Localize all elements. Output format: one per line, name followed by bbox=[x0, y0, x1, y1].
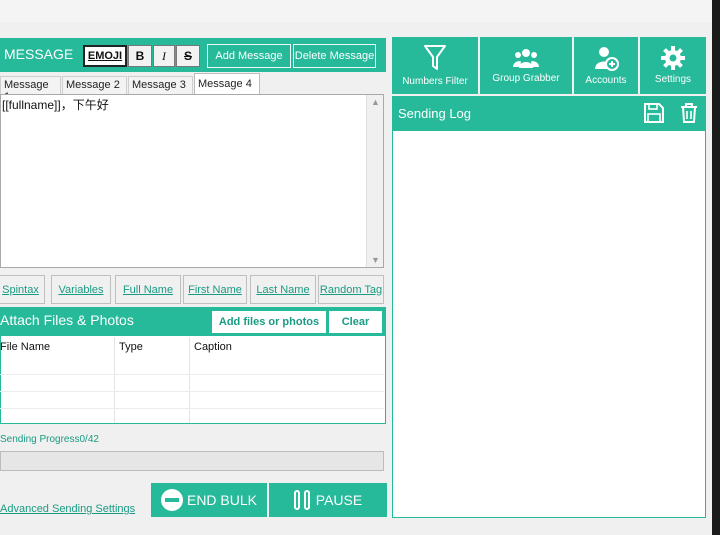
column-header-type[interactable]: Type bbox=[119, 341, 143, 353]
settings-label: Settings bbox=[654, 74, 692, 85]
message-tabs: Message 1 Message 2 Message 3 Message 4 bbox=[0, 72, 386, 103]
delete-message-button[interactable]: Delete Message bbox=[293, 44, 376, 68]
full-name-button[interactable]: Full Name bbox=[115, 275, 181, 304]
attachments-table[interactable] bbox=[0, 336, 386, 424]
spintax-button[interactable]: Spintax bbox=[0, 275, 45, 304]
save-icon[interactable] bbox=[643, 102, 665, 124]
clear-button[interactable]: Clear bbox=[329, 311, 382, 333]
variables-button[interactable]: Variables bbox=[51, 275, 111, 304]
group-icon bbox=[513, 49, 539, 68]
last-name-button[interactable]: Last Name bbox=[250, 275, 316, 304]
first-name-button[interactable]: First Name bbox=[183, 275, 247, 304]
add-files-button[interactable]: Add files or photos bbox=[212, 311, 326, 333]
attach-title: Attach Files & Photos bbox=[0, 312, 134, 328]
column-header-caption[interactable]: Caption bbox=[194, 341, 232, 353]
scroll-up-icon[interactable]: ▲ bbox=[367, 97, 384, 107]
group-grabber-label: Group Grabber bbox=[492, 73, 560, 84]
end-bulk-label: END BULK bbox=[186, 492, 258, 508]
column-header-file-name[interactable]: File Name bbox=[0, 341, 50, 353]
advanced-sending-settings-link[interactable]: Advanced Sending Settings bbox=[0, 503, 135, 515]
message-title: MESSAGE bbox=[4, 46, 74, 62]
settings-button[interactable]: Settings bbox=[640, 37, 706, 94]
italic-button[interactable]: I bbox=[153, 45, 175, 67]
emoji-button[interactable]: EMOJI bbox=[83, 45, 127, 67]
tab-message-4[interactable]: Message 4 bbox=[194, 73, 260, 95]
tab-message-2[interactable]: Message 2 bbox=[62, 76, 127, 94]
accounts-button[interactable]: Accounts bbox=[574, 37, 638, 94]
gear-icon bbox=[661, 46, 685, 70]
add-message-button[interactable]: Add Message bbox=[207, 44, 291, 68]
sending-progress-bar bbox=[0, 451, 384, 471]
row-divider bbox=[0, 408, 384, 409]
row-divider bbox=[0, 374, 384, 375]
sending-log-body[interactable] bbox=[392, 130, 706, 518]
message-body-text: [[fullname]]，下午好 bbox=[2, 98, 109, 112]
stop-icon bbox=[160, 489, 183, 511]
end-bulk-button[interactable]: END BULK bbox=[151, 483, 267, 517]
add-user-icon bbox=[595, 47, 619, 71]
column-divider bbox=[114, 337, 115, 423]
column-divider bbox=[189, 337, 190, 423]
strikethrough-button[interactable]: S bbox=[176, 45, 200, 67]
window-edge bbox=[712, 0, 720, 535]
message-editor[interactable] bbox=[0, 94, 384, 268]
window-top-strip bbox=[0, 0, 720, 22]
trash-icon[interactable] bbox=[678, 102, 700, 124]
sending-log-title: Sending Log bbox=[398, 106, 472, 121]
group-grabber-button[interactable]: Group Grabber bbox=[480, 37, 572, 94]
pause-label: PAUSE bbox=[315, 492, 363, 508]
sending-progress-label: Sending Progress0/42 bbox=[0, 434, 99, 445]
random-tag-button[interactable]: Random Tag bbox=[318, 275, 384, 304]
funnel-icon bbox=[424, 45, 446, 70]
numbers-filter-label: Numbers Filter bbox=[402, 76, 468, 87]
numbers-filter-button[interactable]: Numbers Filter bbox=[392, 37, 478, 94]
tab-message-3[interactable]: Message 3 bbox=[128, 76, 193, 94]
pause-icon bbox=[293, 490, 310, 510]
tab-message-1[interactable]: Message 1 bbox=[0, 76, 61, 103]
pause-button[interactable]: PAUSE bbox=[269, 483, 387, 517]
row-divider bbox=[0, 391, 384, 392]
editor-scrollbar[interactable]: ▲ ▼ bbox=[366, 95, 383, 267]
accounts-label: Accounts bbox=[585, 75, 627, 86]
scroll-down-icon[interactable]: ▼ bbox=[367, 255, 384, 265]
bold-button[interactable]: B bbox=[128, 45, 152, 67]
